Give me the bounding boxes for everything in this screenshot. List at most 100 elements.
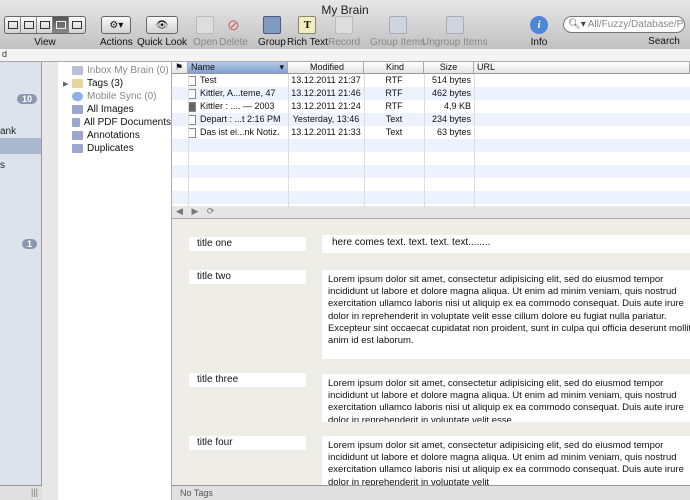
column-divider bbox=[288, 74, 289, 206]
list-header: ⚑ Name ▾ Modified Kind Size URL bbox=[172, 62, 690, 74]
preview-view-icon bbox=[72, 21, 82, 29]
row-modified: 13.12.2011 21:24 bbox=[291, 101, 361, 111]
sidebar-selected-item[interactable] bbox=[0, 138, 41, 154]
tag-icon bbox=[72, 79, 83, 88]
row-name: Depart : ...t 2:16 PM bbox=[200, 114, 281, 124]
content-text-3[interactable]: Lorem ipsum dolor sit amet, consectetur … bbox=[322, 374, 690, 422]
content-text-4[interactable]: Lorem ipsum dolor sit amet, consectetur … bbox=[322, 436, 690, 485]
group-duplicates[interactable]: Duplicates bbox=[58, 142, 171, 155]
row-modified: Yesterday, 13:46 bbox=[292, 114, 360, 124]
record-label: Record bbox=[328, 37, 361, 48]
sidebar-text-2[interactable]: s bbox=[0, 160, 5, 171]
delete-control: ⊘ Delete bbox=[219, 16, 248, 48]
group-label: Tags (3) bbox=[87, 78, 124, 89]
view-preview-button[interactable] bbox=[69, 17, 85, 33]
content-title-2[interactable]: title two bbox=[189, 270, 306, 284]
row-name: Test bbox=[200, 75, 217, 85]
content-text-2[interactable]: Lorem ipsum dolor sit amet, consectetur … bbox=[322, 270, 690, 359]
group-inbox[interactable]: Inbox My Brain (0) bbox=[58, 64, 171, 77]
row-kind: RTF bbox=[385, 88, 403, 98]
table-row[interactable]: Kittler : .... — 2003 13.12.2011 21:24 R… bbox=[172, 100, 690, 113]
empty-row bbox=[172, 139, 690, 152]
record-icon[interactable] bbox=[335, 16, 354, 34]
quicklook-button[interactable]: 👁 bbox=[146, 16, 179, 34]
back-arrow-icon[interactable]: ◀ bbox=[176, 206, 183, 216]
group-mobile-sync[interactable]: Mobile Sync (0) bbox=[58, 90, 171, 103]
size-column-header[interactable]: Size bbox=[424, 62, 474, 73]
url-column-header[interactable]: URL bbox=[474, 62, 690, 73]
row-size: 234 bytes bbox=[431, 114, 471, 124]
search-input[interactable]: 🔍︎▾ All/Fuzzy/Database/Prefix bbox=[563, 16, 685, 33]
content-title-4[interactable]: title four bbox=[189, 436, 306, 450]
richtext-icon[interactable]: T bbox=[298, 16, 317, 34]
groups-pane: Inbox My Brain (0) ▶ Tags (3) Mobile Sync… bbox=[58, 62, 172, 500]
resize-handle-icon[interactable]: ||| bbox=[31, 487, 38, 497]
list-view-icon bbox=[39, 21, 50, 29]
group-folder-icon[interactable] bbox=[262, 16, 281, 34]
modified-column-header[interactable]: Modified bbox=[288, 62, 364, 73]
sort-desc-icon: ▾ bbox=[279, 62, 284, 72]
empty-row bbox=[172, 178, 690, 191]
row-modified: 13.12.2011 21:37 bbox=[291, 75, 361, 85]
table-row[interactable]: Depart : ...t 2:16 PM Yesterday, 13:46 T… bbox=[172, 113, 690, 126]
content-title-1[interactable]: title one bbox=[189, 237, 306, 251]
eye-icon: 👁 bbox=[155, 19, 169, 31]
kind-column-header[interactable]: Kind bbox=[364, 62, 424, 73]
view-split-button[interactable] bbox=[5, 17, 21, 33]
row-kind: RTF bbox=[385, 101, 403, 111]
table-row[interactable]: Das ist ei...nk Notiz. 13.12.2011 21:33 … bbox=[172, 126, 690, 139]
richtext-control: T Rich Text bbox=[287, 16, 328, 48]
sidebar-text-1[interactable]: ank bbox=[0, 126, 16, 137]
info-label: Info bbox=[530, 37, 548, 48]
group-control: Group bbox=[258, 16, 286, 48]
ungroup-items-icon[interactable] bbox=[445, 16, 464, 34]
table-row[interactable]: Kittler, A...teme, 47 13.12.2011 21:46 R… bbox=[172, 87, 690, 100]
view-vertical-split-button[interactable] bbox=[53, 17, 69, 33]
navigation-strip: ◀ ▶ ⟳ bbox=[172, 206, 690, 219]
group-all-images[interactable]: All Images bbox=[58, 103, 171, 116]
search-label: Search bbox=[648, 36, 680, 47]
view-list-button[interactable] bbox=[37, 17, 53, 33]
content-title-3[interactable]: title three bbox=[189, 373, 306, 387]
row-size: 514 bytes bbox=[431, 75, 471, 85]
row-name: Kittler, A...teme, 47 bbox=[200, 88, 276, 98]
group-all-pdf[interactable]: All PDF Documents bbox=[58, 116, 171, 129]
actions-button[interactable]: ⚙▾ bbox=[101, 16, 132, 34]
group-tags[interactable]: ▶ Tags (3) bbox=[58, 77, 171, 90]
flag-column-header[interactable]: ⚑ bbox=[172, 62, 188, 73]
columns-view-icon bbox=[23, 21, 34, 29]
reload-icon[interactable]: ⟳ bbox=[207, 206, 215, 216]
row-kind: RTF bbox=[385, 75, 403, 85]
search-control: 🔍︎▾ All/Fuzzy/Database/Prefix Search bbox=[563, 16, 685, 47]
view-columns-button[interactable] bbox=[21, 17, 37, 33]
magnifier-icon: 🔍︎▾ bbox=[568, 19, 586, 30]
database-sidebar: 10 ank s 1 bbox=[0, 62, 42, 500]
name-column-header[interactable]: Name ▾ bbox=[188, 62, 288, 73]
document-icon[interactable] bbox=[196, 16, 215, 34]
group-items-label: Group Items bbox=[370, 37, 426, 48]
info-icon[interactable]: i bbox=[530, 16, 548, 34]
disclosure-triangle-icon[interactable]: ▶ bbox=[63, 80, 68, 88]
forward-arrow-icon[interactable]: ▶ bbox=[191, 206, 198, 216]
column-divider bbox=[424, 74, 425, 206]
open-label: Open bbox=[193, 37, 218, 48]
folder-icon bbox=[72, 105, 83, 114]
row-kind: Text bbox=[385, 114, 403, 124]
actions-label: Actions bbox=[100, 37, 133, 48]
group-items-icon[interactable] bbox=[388, 16, 407, 34]
folder-icon bbox=[72, 144, 83, 153]
group-annotations[interactable]: Annotations bbox=[58, 129, 171, 142]
tags-bar[interactable]: No Tags bbox=[172, 485, 690, 500]
content-text-1[interactable]: here comes text. text. text. text.......… bbox=[322, 235, 690, 253]
column-divider bbox=[474, 74, 475, 206]
group-label: All Images bbox=[87, 104, 134, 115]
table-row[interactable]: Test 13.12.2011 21:37 RTF 514 bytes bbox=[172, 74, 690, 87]
group-label: Inbox My Brain (0) bbox=[87, 65, 169, 76]
row-kind: Text bbox=[385, 127, 403, 137]
split-view-icon bbox=[7, 21, 18, 29]
rtf-document-icon bbox=[188, 88, 196, 99]
row-size: 4,9 KB bbox=[443, 101, 471, 111]
delete-icon[interactable]: ⊘ bbox=[224, 16, 242, 34]
empty-row bbox=[172, 165, 690, 178]
rtf-document-icon bbox=[188, 75, 196, 86]
